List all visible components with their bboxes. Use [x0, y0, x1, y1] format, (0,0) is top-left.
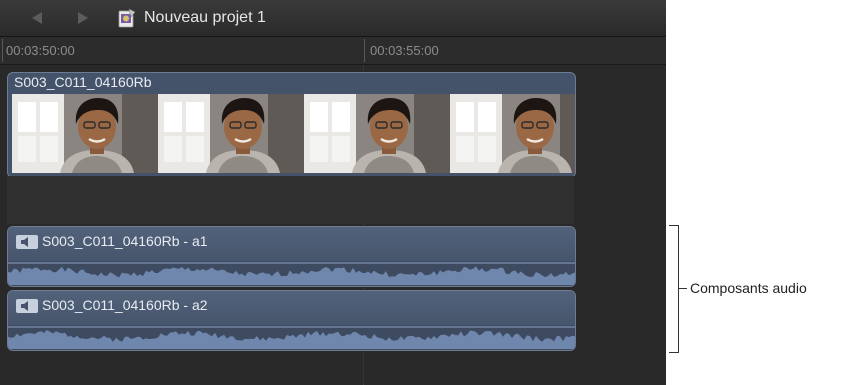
audio-waveform [8, 261, 575, 286]
ruler-timecode: 00:03:50:00 [6, 43, 75, 58]
project-title: Nouveau projet 1 [144, 9, 266, 26]
ruler-tick [2, 39, 3, 62]
project-icon [118, 8, 136, 28]
timeline-window: Nouveau projet 1 00:03:50:00 00:03:55:00… [0, 0, 666, 385]
video-thumbnail [304, 94, 450, 173]
speaker-icon [16, 299, 38, 313]
clip-gap-area [7, 176, 574, 224]
waveform-shape [8, 266, 575, 285]
timeline-toolbar: Nouveau projet 1 [0, 0, 666, 37]
callout-leader [679, 288, 687, 289]
video-thumbnail [12, 94, 158, 173]
track-area: S003_C011_04160Rb S003_C011_04160Rb - a1 [0, 65, 666, 385]
ruler-timecode: 00:03:55:00 [370, 43, 439, 58]
video-clip[interactable]: S003_C011_04160Rb [7, 72, 576, 178]
video-clip-label: S003_C011_04160Rb [14, 74, 152, 90]
audio-component-clip[interactable]: S003_C011_04160Rb - a2 [7, 290, 576, 351]
speaker-icon [16, 235, 38, 249]
ruler-tick [364, 39, 365, 62]
video-filmstrip [12, 94, 575, 173]
timeline-ruler[interactable]: 00:03:50:00 00:03:55:00 [0, 37, 666, 65]
audio-component-label: S003_C011_04160Rb - a2 [42, 297, 208, 313]
audio-waveform [8, 325, 575, 350]
audio-component-header: S003_C011_04160Rb - a1 [8, 227, 575, 261]
audio-component-header: S003_C011_04160Rb - a2 [8, 291, 575, 325]
audio-component-clip[interactable]: S003_C011_04160Rb - a1 [7, 226, 576, 287]
waveform-shape [8, 330, 575, 349]
audio-component-label: S003_C011_04160Rb - a1 [42, 233, 208, 249]
video-thumbnail [450, 94, 575, 173]
video-thumbnail [158, 94, 304, 173]
forward-arrow-icon[interactable] [72, 9, 94, 27]
callout-bracket [669, 225, 679, 353]
back-arrow-icon[interactable] [26, 9, 48, 27]
audio-components-callout: Composants audio [690, 280, 807, 296]
